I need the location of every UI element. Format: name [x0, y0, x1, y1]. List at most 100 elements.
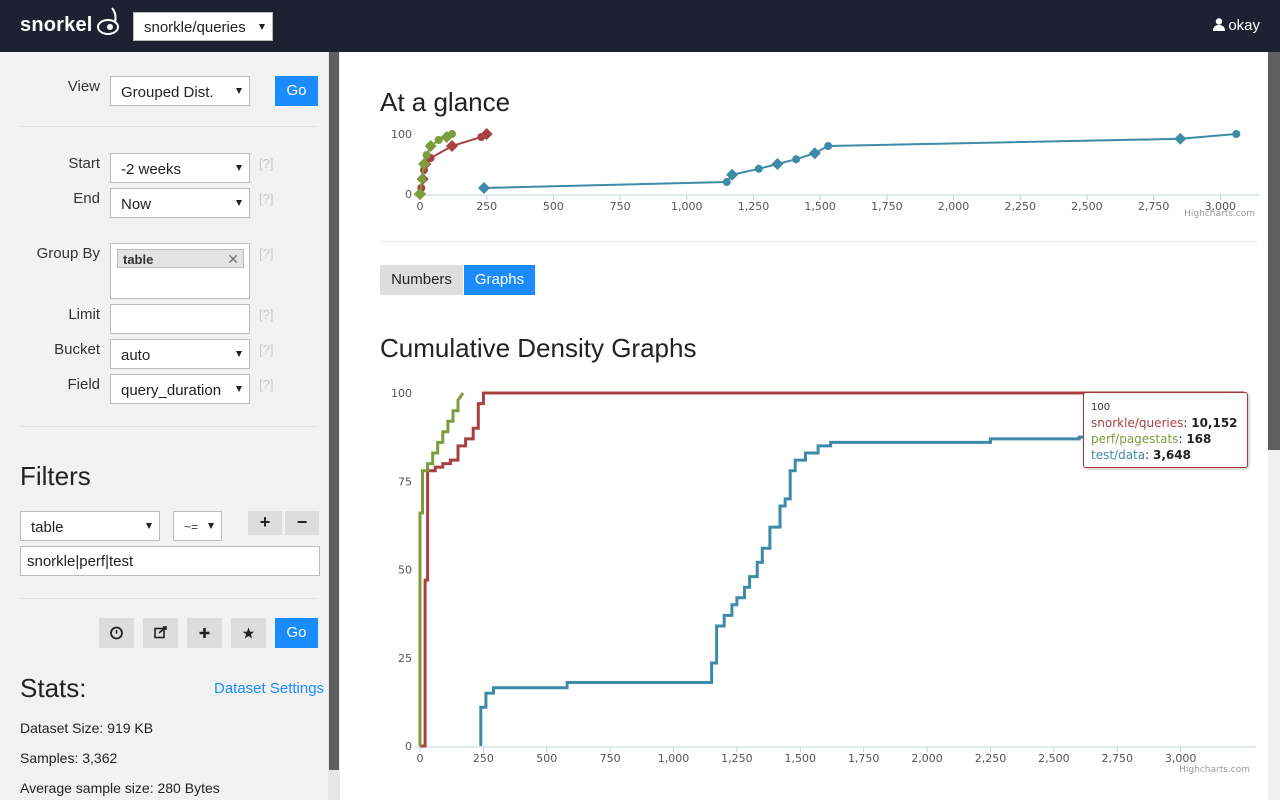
filter-operator-select[interactable]: ~=	[173, 511, 222, 541]
chevron-down-icon	[208, 523, 214, 529]
data-point-marker	[1232, 130, 1241, 138]
end-select-value: Now	[121, 196, 152, 213]
cdf-heading: Cumulative Density Graphs	[380, 333, 697, 363]
filter-operator-value: ~=	[184, 520, 199, 534]
end-label: End	[73, 190, 100, 207]
new-query-button[interactable]	[187, 618, 222, 648]
end-select[interactable]: Now	[110, 188, 250, 218]
top-navbar: snorkel snorkle/queries okay	[0, 0, 1280, 52]
tooltip-row-perf-pagestats: perf/pagestats: 168	[1091, 432, 1212, 446]
chart-tooltip: 100 snorkle/queries: 10,152 perf/pagesta…	[1083, 392, 1248, 468]
y-tick-label: 0	[405, 188, 412, 201]
main-scrollbar-thumb[interactable]	[1268, 52, 1280, 450]
limit-label: Limit	[68, 306, 100, 323]
start-select[interactable]: -2 weeks	[110, 153, 250, 183]
start-help-link[interactable]: [?]	[259, 156, 273, 171]
tab-numbers[interactable]: Numbers	[380, 265, 463, 295]
field-help-link[interactable]: [?]	[259, 377, 273, 392]
remove-filter-button[interactable]: −	[285, 511, 319, 535]
y-tick-label: 50	[398, 564, 412, 577]
tab-graphs[interactable]: Graphs	[464, 265, 535, 295]
view-select[interactable]: Grouped Dist.	[110, 76, 250, 106]
run-query-button[interactable]: Go	[275, 618, 318, 648]
x-tick-label: 2,000	[938, 200, 970, 213]
bucket-label: Bucket	[54, 341, 100, 358]
start-label: Start	[68, 155, 100, 172]
filters-heading: Filters	[20, 461, 91, 491]
glance-chart[interactable]: 0 250 500 750 1,000 1,250 1,500 1,750 2,000 2,250…	[380, 118, 1260, 223]
star-icon	[242, 627, 255, 639]
chevron-down-icon	[236, 351, 242, 357]
group-by-tag-label: table	[123, 252, 154, 267]
group-by-label: Group By	[36, 245, 100, 262]
start-select-value: -2 weeks	[121, 161, 182, 178]
group-by-help-link[interactable]: [?]	[259, 246, 273, 261]
x-tick-label: 1,750	[848, 752, 880, 765]
glance-heading: At a glance	[380, 87, 511, 117]
main-scrollbar-track[interactable]	[1268, 450, 1280, 800]
tooltip-series-value: 168	[1186, 432, 1212, 446]
snorkel-mask-icon	[97, 7, 119, 35]
limit-input[interactable]	[110, 304, 250, 334]
x-tick-label: 500	[543, 200, 564, 213]
x-tick-label: 1,750	[871, 200, 903, 213]
user-menu[interactable]: okay	[1213, 17, 1260, 34]
x-tick-label: 1,500	[804, 200, 836, 213]
x-tick-label: 1,000	[658, 752, 690, 765]
dataset-select[interactable]: snorkle/queries	[133, 12, 273, 41]
data-point-marker	[792, 155, 801, 164]
stat-samples: Samples: 3,362	[20, 750, 118, 766]
data-point-marker	[1174, 132, 1187, 145]
tooltip-header: 100	[1091, 402, 1111, 413]
data-point-marker	[808, 147, 821, 160]
end-help-link[interactable]: [?]	[259, 191, 273, 206]
field-select-value: query_duration	[121, 382, 222, 399]
limit-help-link[interactable]: [?]	[259, 307, 273, 322]
clock-icon	[110, 626, 123, 640]
sidebar-scrollbar-thumb[interactable]	[329, 52, 339, 770]
x-tick-label: 2,750	[1138, 200, 1170, 213]
group-by-input[interactable]: table ✕	[110, 243, 250, 299]
chevron-down-icon	[236, 200, 242, 206]
view-go-button[interactable]: Go	[275, 76, 318, 106]
star-button[interactable]	[231, 618, 266, 648]
data-point-marker	[422, 151, 431, 159]
history-button[interactable]	[99, 618, 134, 648]
bucket-select[interactable]: auto	[110, 339, 250, 369]
dataset-select-value: snorkle/queries	[144, 19, 246, 36]
tooltip-series-name: snorkle/queries	[1091, 416, 1184, 430]
highcharts-credit: Highcharts.com	[1184, 209, 1255, 219]
group-by-tag: table ✕	[117, 249, 244, 268]
bucket-help-link[interactable]: [?]	[259, 342, 273, 357]
x-tick-label: 750	[610, 200, 631, 213]
divider	[20, 126, 318, 127]
chevron-down-icon	[236, 88, 242, 94]
brand-logo-text[interactable]: snorkel	[20, 14, 93, 37]
data-point-marker	[771, 158, 784, 170]
add-filter-button[interactable]: +	[248, 511, 282, 535]
share-icon	[154, 626, 167, 639]
field-label: Field	[67, 376, 100, 393]
stat-average-sample-size: Average sample size: 280 Bytes	[20, 780, 220, 796]
x-tick-label: 1,250	[721, 752, 753, 765]
x-tick-label: 250	[476, 200, 497, 213]
chevron-down-icon	[259, 23, 265, 30]
y-tick-label: 100	[391, 128, 412, 141]
data-point-marker	[722, 178, 731, 186]
tooltip-series-name: perf/pagestats	[1091, 432, 1179, 446]
chevron-down-icon	[236, 165, 242, 171]
tooltip-series-value: 10,152	[1191, 416, 1238, 430]
y-tick-label: 100	[391, 387, 412, 400]
view-label: View	[67, 78, 100, 95]
x-tick-label: 3,000	[1165, 752, 1197, 765]
x-tick-label: 0	[417, 200, 424, 213]
filter-field-select[interactable]: table	[20, 511, 160, 541]
share-button[interactable]	[143, 618, 178, 648]
tooltip-series-value: 3,648	[1152, 448, 1191, 462]
dataset-settings-link[interactable]: Dataset Settings	[214, 680, 324, 697]
x-tick-label: 0	[417, 752, 424, 765]
close-icon[interactable]: ✕	[227, 251, 239, 268]
field-select[interactable]: query_duration	[110, 374, 250, 404]
filter-value-input[interactable]: snorkle|perf|test	[20, 546, 320, 576]
x-tick-label: 2,250	[1004, 200, 1036, 213]
